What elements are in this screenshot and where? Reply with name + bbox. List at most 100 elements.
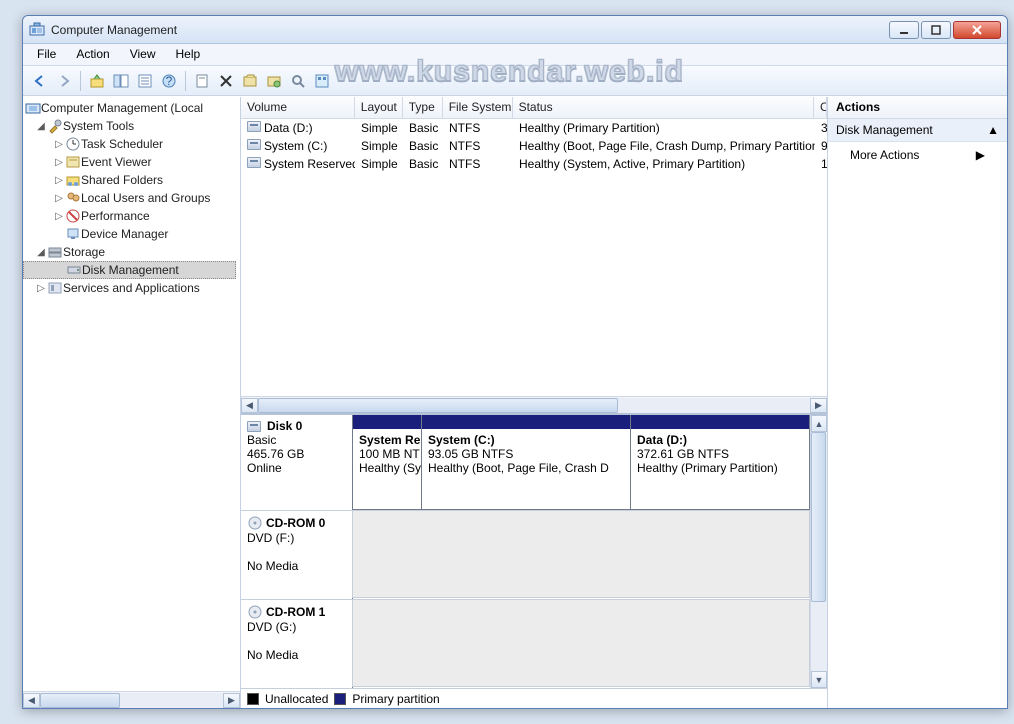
window-buttons: [889, 21, 1001, 39]
col-type[interactable]: Type: [403, 97, 443, 118]
disk-row-cdrom1[interactable]: CD-ROM 1 DVD (G:) No Media: [241, 600, 810, 688]
volume-grid[interactable]: Data (D:) Simple Basic NTFS Healthy (Pri…: [241, 119, 827, 173]
disk-v-scrollbar[interactable]: ▲ ▼: [810, 415, 827, 688]
disk-row-disk0[interactable]: Disk 0 Basic 465.76 GB Online System Re: [241, 415, 810, 511]
collapse-icon[interactable]: ◢: [35, 121, 47, 132]
tree-label: Services and Applications: [63, 281, 200, 295]
menu-file[interactable]: File: [27, 44, 66, 65]
tree-h-scrollbar[interactable]: ◀ ▶: [23, 691, 240, 708]
computer-icon: [25, 100, 41, 116]
titlebar[interactable]: Computer Management: [23, 16, 1007, 44]
action-button-1[interactable]: [239, 70, 261, 92]
scroll-left-icon[interactable]: ◀: [23, 693, 40, 708]
tools-icon: [47, 118, 63, 134]
up-button[interactable]: [86, 70, 108, 92]
col-c[interactable]: C: [814, 97, 827, 118]
collapse-icon[interactable]: ◢: [35, 247, 47, 258]
actions-more[interactable]: More Actions ▶: [828, 142, 1007, 168]
scroll-right-icon[interactable]: ▶: [223, 693, 240, 708]
tree-label: Performance: [81, 209, 150, 223]
svg-text:?: ?: [166, 74, 173, 88]
grid-h-scrollbar[interactable]: ◀ ▶: [241, 396, 827, 413]
maximize-button[interactable]: [921, 21, 951, 39]
menu-action[interactable]: Action: [66, 44, 119, 65]
volume-row[interactable]: System (C:) Simple Basic NTFS Healthy (B…: [241, 137, 827, 155]
minimize-button[interactable]: [889, 21, 919, 39]
col-layout[interactable]: Layout: [355, 97, 403, 118]
window-title: Computer Management: [51, 23, 889, 37]
nav-back-button[interactable]: [29, 70, 51, 92]
actions-section[interactable]: Disk Management ▲: [828, 119, 1007, 142]
actions-header: Actions: [828, 97, 1007, 119]
tree-storage[interactable]: ◢ Storage: [23, 243, 240, 261]
col-filesystem[interactable]: File System: [443, 97, 513, 118]
tree-performance[interactable]: ▷ Performance: [23, 207, 240, 225]
vol-status: Healthy (System, Active, Primary Partiti…: [513, 157, 815, 171]
menu-view[interactable]: View: [120, 44, 166, 65]
nav-tree[interactable]: Computer Management (Local ◢ System Tool…: [23, 97, 240, 691]
cdrom-icon: [247, 604, 263, 620]
tree-root-label: Computer Management (Local: [41, 101, 203, 115]
disk-state: No Media: [247, 559, 346, 573]
volume-row[interactable]: Data (D:) Simple Basic NTFS Healthy (Pri…: [241, 119, 827, 137]
tree-disk-management[interactable]: Disk Management: [23, 261, 236, 279]
users-icon: [65, 190, 81, 206]
scroll-up-icon[interactable]: ▲: [811, 415, 827, 432]
action-button-2[interactable]: [263, 70, 285, 92]
delete-button[interactable]: [215, 70, 237, 92]
part-name: System (C:): [428, 433, 495, 447]
tree-device-manager[interactable]: Device Manager: [23, 225, 240, 243]
legend-swatch-primary: [334, 693, 346, 705]
collapse-icon: ▲: [987, 123, 999, 137]
vol-name: System Reserved: [264, 157, 355, 171]
tree-local-users[interactable]: ▷ Local Users and Groups: [23, 189, 240, 207]
col-volume[interactable]: Volume: [241, 97, 355, 118]
expand-icon[interactable]: ▷: [35, 283, 47, 294]
vol-fs: NTFS: [443, 139, 513, 153]
menu-help[interactable]: Help: [166, 44, 211, 65]
expand-icon[interactable]: ▷: [53, 193, 65, 204]
scroll-down-icon[interactable]: ▼: [811, 671, 827, 688]
volume-grid-header: Volume Layout Type File System Status C: [241, 97, 827, 119]
tree-shared-folders[interactable]: ▷ Shared Folders: [23, 171, 240, 189]
disk-name: CD-ROM 1: [266, 605, 325, 619]
vol-fs: NTFS: [443, 121, 513, 135]
help-button[interactable]: ?: [158, 70, 180, 92]
col-status[interactable]: Status: [513, 97, 814, 118]
refresh-button[interactable]: [191, 70, 213, 92]
partition-system-c[interactable]: System (C:) 93.05 GB NTFS Healthy (Boot,…: [421, 415, 631, 510]
nav-tree-pane: Computer Management (Local ◢ System Tool…: [23, 97, 241, 708]
nav-forward-button[interactable]: [53, 70, 75, 92]
expand-icon[interactable]: ▷: [53, 175, 65, 186]
legend-primary: Primary partition: [352, 692, 439, 706]
action-button-3[interactable]: [287, 70, 309, 92]
disk-info: CD-ROM 1 DVD (G:) No Media: [241, 600, 353, 688]
vol-layout: Simple: [355, 139, 403, 153]
tree-event-viewer[interactable]: ▷ Event Viewer: [23, 153, 240, 171]
tree-root[interactable]: Computer Management (Local: [23, 99, 240, 117]
expand-icon[interactable]: ▷: [53, 157, 65, 168]
partition-data-d[interactable]: Data (D:) 372.61 GB NTFS Healthy (Primar…: [630, 415, 810, 510]
action-button-4[interactable]: [311, 70, 333, 92]
clock-icon: [65, 136, 81, 152]
vol-fs: NTFS: [443, 157, 513, 171]
close-button[interactable]: [953, 21, 1001, 39]
disk-row-cdrom0[interactable]: CD-ROM 0 DVD (F:) No Media: [241, 511, 810, 600]
tree-system-tools[interactable]: ◢ System Tools: [23, 117, 240, 135]
scroll-right-icon[interactable]: ▶: [810, 398, 827, 413]
expand-icon[interactable]: ▷: [53, 211, 65, 222]
part-status: Healthy (Primary Partition): [637, 461, 778, 475]
tree-task-scheduler[interactable]: ▷ Task Scheduler: [23, 135, 240, 153]
event-icon: [65, 154, 81, 170]
show-hide-tree-button[interactable]: [110, 70, 132, 92]
storage-icon: [47, 244, 63, 260]
volume-row[interactable]: System Reserved Simple Basic NTFS Health…: [241, 155, 827, 173]
properties-button[interactable]: [134, 70, 156, 92]
vol-layout: Simple: [355, 157, 403, 171]
scroll-left-icon[interactable]: ◀: [241, 398, 258, 413]
tree-label: Storage: [63, 245, 105, 259]
part-name: Data (D:): [637, 433, 687, 447]
expand-icon[interactable]: ▷: [53, 139, 65, 150]
partition-system-reserved[interactable]: System Re 100 MB NT Healthy (Sy: [352, 415, 422, 510]
tree-services-apps[interactable]: ▷ Services and Applications: [23, 279, 240, 297]
